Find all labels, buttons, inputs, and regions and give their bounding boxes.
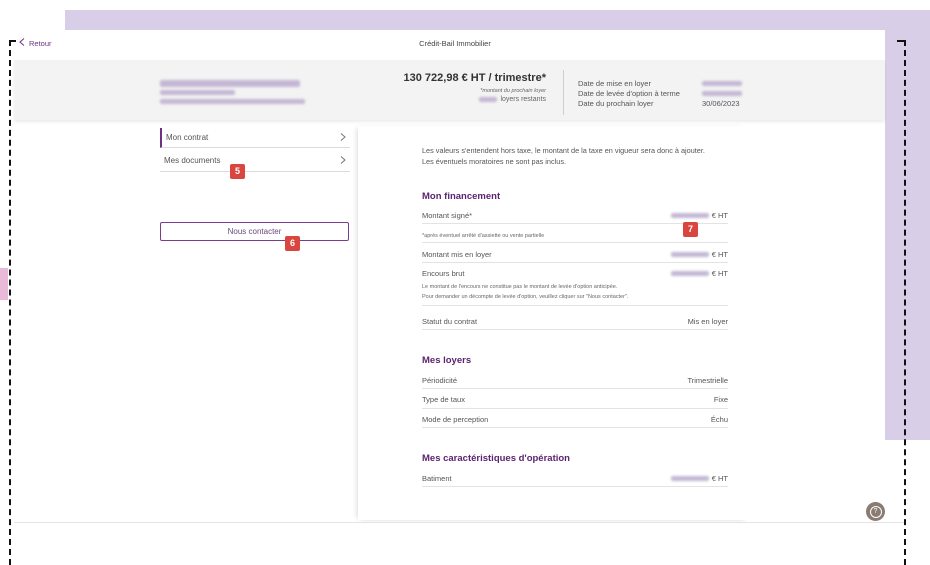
row-unit: € HT [711, 210, 728, 220]
chevron-left-icon [19, 38, 25, 48]
row-label: Encours brut [422, 268, 465, 278]
row-value: € HT [670, 249, 728, 259]
row-batiment: Batiment € HT [422, 470, 728, 487]
row-label: Statut du contrat [422, 316, 478, 326]
summary-divider [563, 70, 564, 115]
marker-badge: 6 [285, 236, 300, 251]
chevron-right-icon [340, 155, 346, 166]
rent-amount-note: *montant du prochain loyer [480, 88, 546, 94]
outstanding-note-line: Le montant de l'encours ne constitue pas… [422, 284, 618, 290]
date-value-prochain-loyer: 30/06/2023 [702, 99, 740, 108]
redacted-contract-number [160, 90, 235, 95]
menu-item-label: Mes documents [164, 156, 221, 165]
intro-text: Les valeurs s'entendent hors taxe, le mo… [422, 146, 705, 155]
row-label: Type de taux [422, 395, 465, 404]
row-value: Mis en loyer [687, 316, 728, 326]
row-unit: € HT [711, 249, 728, 259]
dashed-frame-left [9, 40, 11, 565]
help-button[interactable]: ? [866, 502, 885, 521]
question-circle-icon: ? [869, 505, 882, 518]
row-label: Périodicité [422, 375, 458, 385]
contact-button[interactable]: Nous contacter [160, 222, 349, 241]
date-label-prochain-loyer: Date du prochain loyer [578, 99, 654, 108]
row-value: Fixe [713, 395, 728, 404]
row-value: € HT [670, 473, 728, 483]
row-value: € HT [670, 210, 728, 220]
page-title: Crédit-Bail Immobilier [419, 39, 491, 48]
row-label: Montant mis en loyer [422, 249, 492, 259]
row-label: Mode de perception [422, 414, 489, 424]
section-title-operation: Mes caractéristiques d'opération [422, 453, 570, 464]
redacted-contract-address [160, 99, 305, 104]
menu-item-label: Mon contrat [166, 133, 209, 142]
lavender-overlay-right [885, 30, 930, 440]
remaining-rents-label: loyers restants [500, 96, 546, 103]
redacted-amount [670, 251, 709, 257]
date-label-mise-en-loyer: Date de mise en loyer [578, 79, 651, 88]
row-unit: € HT [711, 473, 728, 483]
row-statut-contrat: Statut du contrat Mis en loyer [422, 313, 728, 330]
date-label-levee-option: Date de levée d'option à terme [578, 89, 680, 98]
row-mode-de-perception: Mode de perception Échu [422, 411, 728, 428]
highlight-marker [0, 268, 8, 300]
marker-badge: 5 [230, 164, 245, 179]
footer-divider [14, 522, 905, 523]
row-periodicite: Périodicité Trimestrielle [422, 372, 728, 389]
chevron-right-icon [340, 132, 346, 143]
intro-text: Les éventuels moratoires ne sont pas inc… [422, 157, 566, 166]
row-label: Batiment [422, 473, 452, 483]
rent-amount: 130 722,98 € HT / trimestre* [403, 72, 546, 84]
contact-button-label: Nous contacter [227, 227, 282, 236]
menu-item-mon-contrat[interactable]: Mon contrat [160, 128, 350, 148]
row-value: Trimestrielle [687, 375, 728, 385]
outstanding-note-line: Pour demander un décompte de levée d'opt… [422, 294, 629, 300]
row-encours-brut: Encours brut € HT [422, 265, 728, 281]
lavender-overlay-top [65, 10, 930, 30]
redacted-date-value [702, 91, 742, 96]
row-unit: € HT [711, 268, 728, 278]
back-label: Retour [29, 38, 52, 48]
redacted-amount [670, 212, 709, 218]
row-label: Montant signé* [422, 210, 473, 220]
section-title-loyers: Mes loyers [422, 355, 472, 366]
redacted-amount [670, 475, 709, 481]
redacted-contract-name [160, 80, 300, 87]
row-value: Échu [710, 414, 728, 424]
menu-item-mes-documents[interactable]: Mes documents [160, 150, 350, 172]
outstanding-note: Le montant de l'encours ne constitue pas… [422, 282, 728, 306]
row-type-de-taux: Type de taux Fixe [422, 391, 728, 409]
row-montant-mis-en-loyer: Montant mis en loyer € HT [422, 246, 728, 263]
redacted-remaining-count [479, 97, 498, 102]
dashed-frame-right [904, 40, 906, 565]
row-value: € HT [670, 268, 728, 278]
redacted-date-value [702, 81, 742, 86]
row-montant-signe: Montant signé* € HT [422, 207, 728, 224]
redacted-amount [670, 270, 709, 276]
dashed-frame-corner [9, 40, 16, 42]
back-link[interactable]: Retour [19, 37, 52, 49]
marker-badge: 7 [683, 222, 698, 237]
remaining-rents: loyers restants [380, 96, 546, 103]
section-title-financement: Mon financement [422, 191, 501, 202]
dashed-frame-corner [897, 40, 904, 42]
